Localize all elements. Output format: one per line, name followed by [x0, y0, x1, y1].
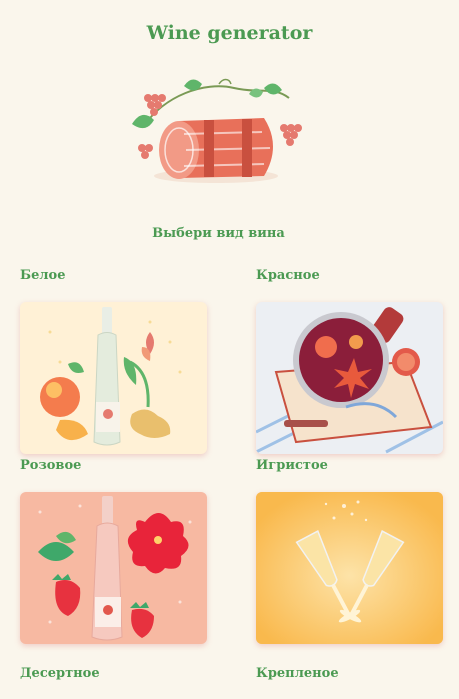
category-label-red[interactable]: Красное [256, 268, 320, 283]
rose-wine-illustration [38, 496, 192, 641]
page-title: Wine generator [146, 22, 313, 44]
category-label-dessert[interactable]: Десертное [20, 666, 100, 681]
category-label-sparkling[interactable]: Игристое [256, 458, 328, 473]
category-card-red[interactable] [256, 302, 443, 454]
sparkling-wine-illustration [256, 492, 443, 644]
category-card-rose[interactable] [20, 492, 207, 644]
category-card-sparkling[interactable] [256, 492, 443, 644]
category-label-rose[interactable]: Розовое [20, 458, 81, 473]
white-wine-illustration [40, 307, 182, 446]
category-label-fortified[interactable]: Крепленое [256, 666, 339, 681]
choose-wine-subtitle: Выбери вид вина [152, 226, 285, 241]
category-label-white[interactable]: Белое [20, 268, 66, 283]
barrel-illustration [132, 78, 302, 183]
red-wine-illustration [256, 307, 443, 454]
category-card-white[interactable] [20, 302, 207, 454]
